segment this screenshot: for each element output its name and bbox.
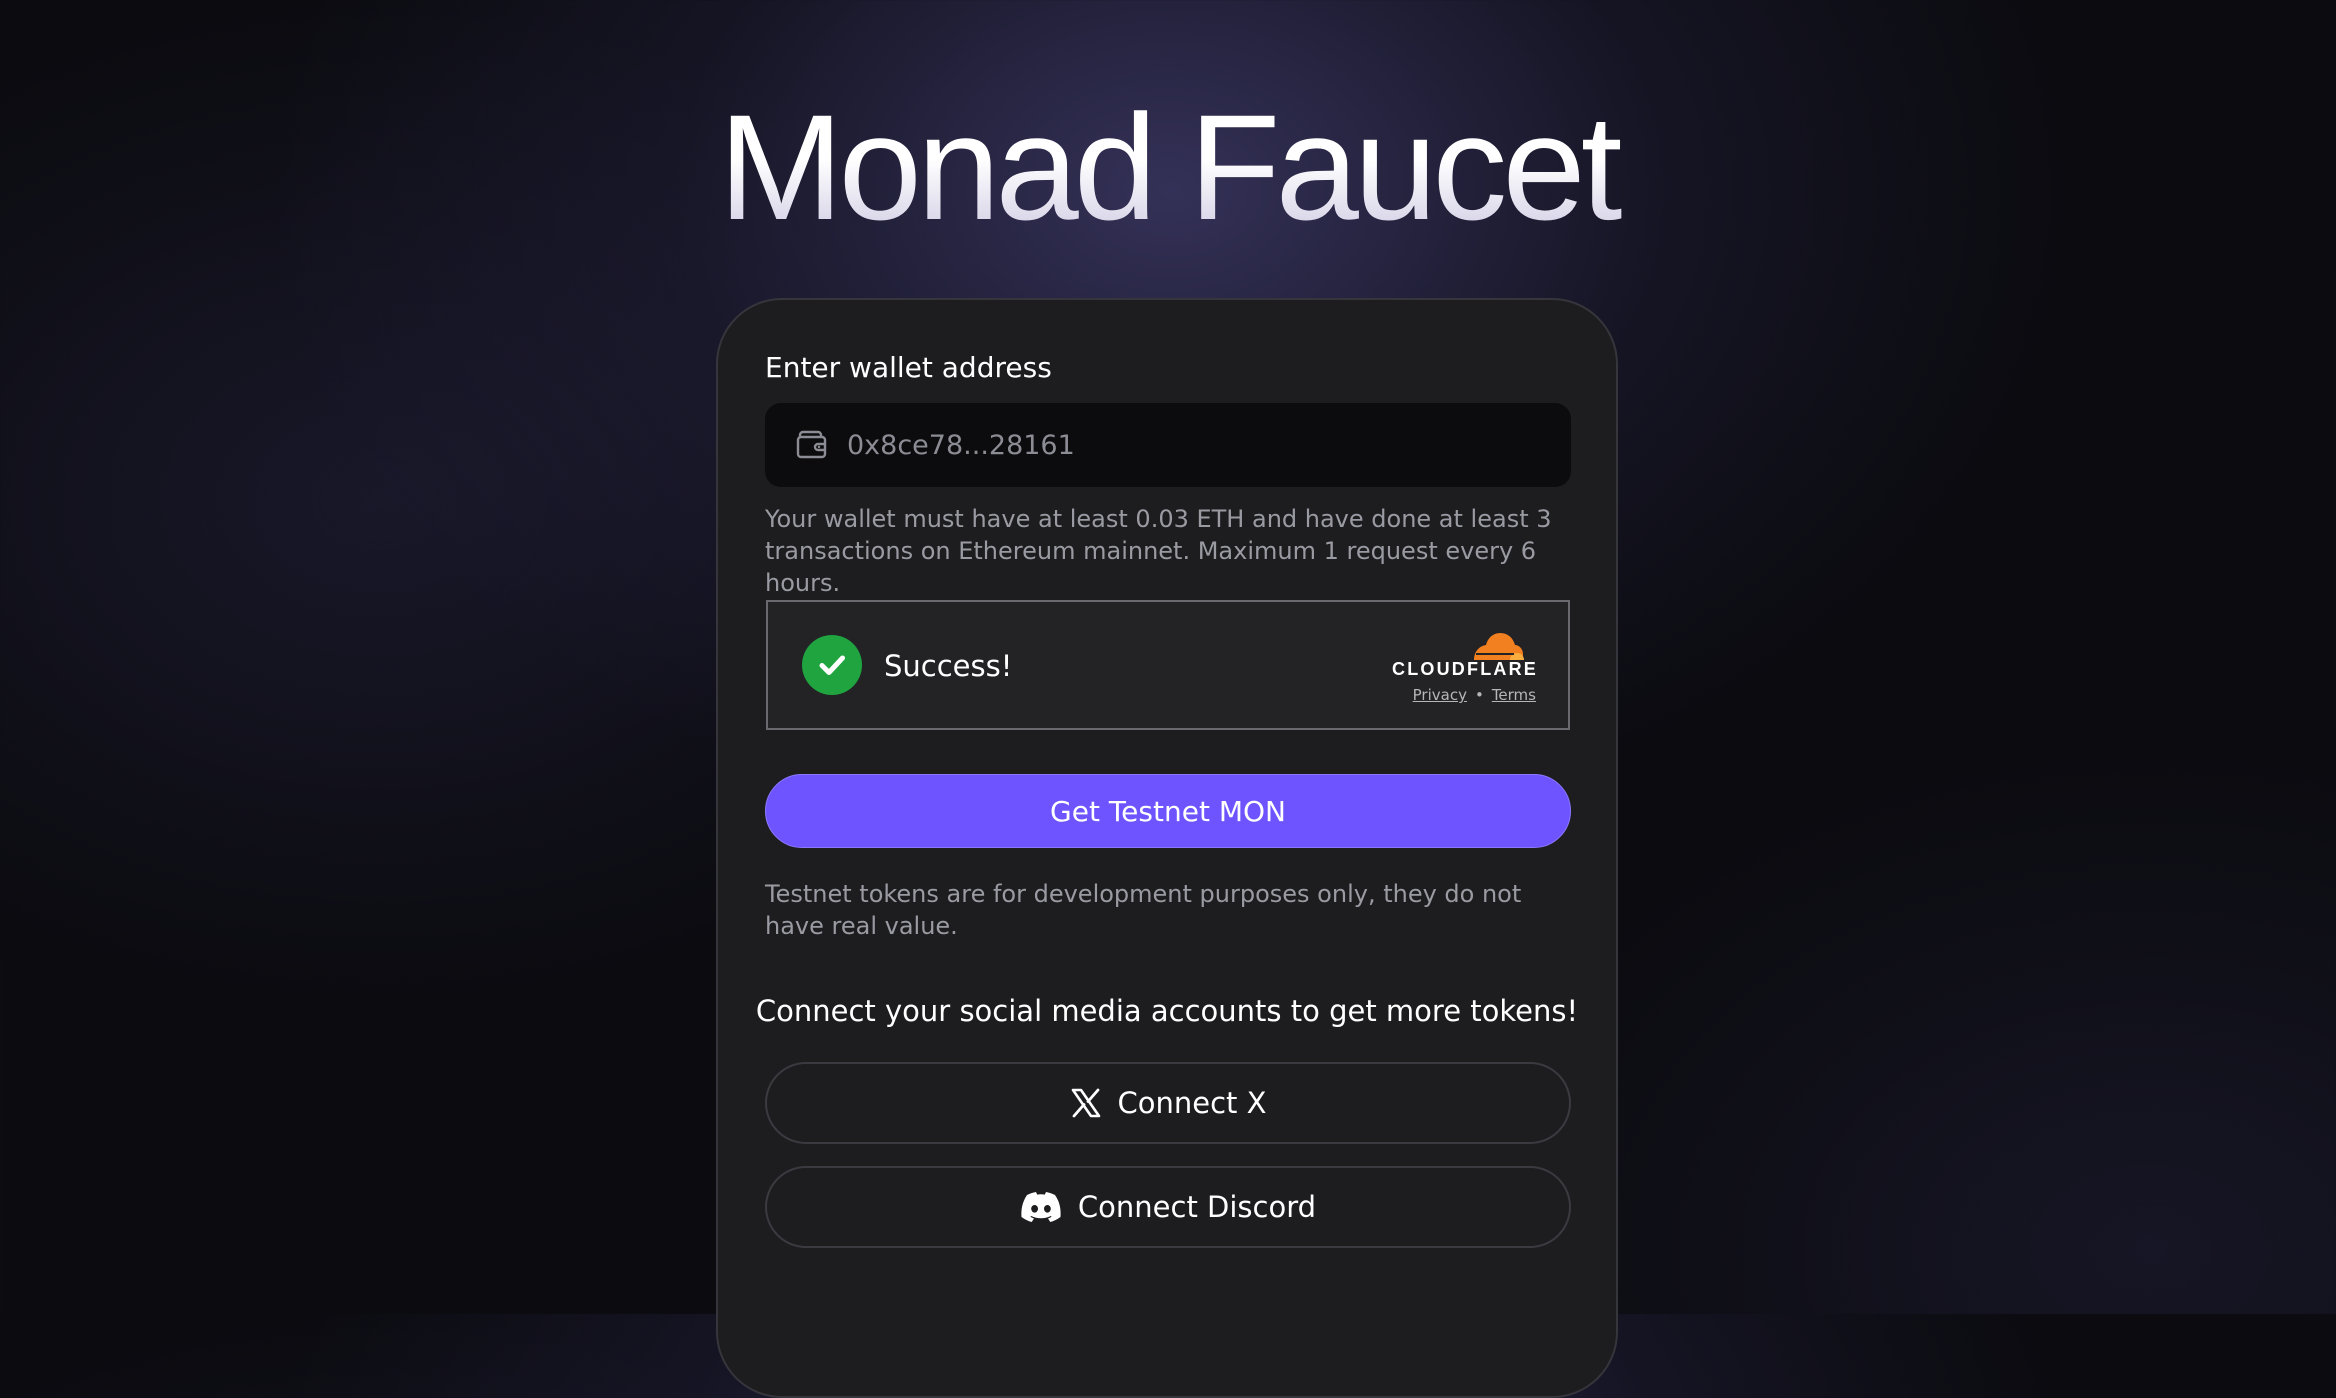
privacy-link[interactable]: Privacy	[1413, 686, 1467, 704]
wallet-address-field[interactable]	[765, 403, 1571, 487]
cloudflare-turnstile-widget[interactable]: Success! CLOUDFLARE Privacy • Terms	[766, 600, 1570, 730]
social-connect-heading: Connect your social media accounts to ge…	[755, 994, 1579, 1028]
get-testnet-mon-button[interactable]: Get Testnet MON	[765, 774, 1571, 848]
connect-x-label: Connect X	[1117, 1086, 1267, 1120]
terms-link[interactable]: Terms	[1492, 686, 1536, 704]
wallet-address-label: Enter wallet address	[765, 351, 1052, 384]
check-circle-icon	[802, 635, 862, 695]
wallet-icon	[792, 425, 832, 465]
cloudflare-links: Privacy • Terms	[1413, 686, 1536, 704]
captcha-status-text: Success!	[884, 649, 1013, 683]
connect-x-button[interactable]: Connect X	[765, 1062, 1571, 1144]
cloudflare-wordmark: CLOUDFLARE	[1392, 659, 1538, 679]
x-logo-icon	[1070, 1087, 1102, 1119]
connect-discord-button[interactable]: Connect Discord	[765, 1166, 1571, 1248]
page-title: Monad Faucet	[0, 82, 2336, 252]
discord-icon	[1020, 1191, 1062, 1223]
testnet-disclaimer: Testnet tokens are for development purpo…	[765, 880, 1522, 940]
links-separator: •	[1474, 686, 1484, 704]
wallet-address-input[interactable]	[847, 415, 1527, 475]
wallet-requirements-hint: Your wallet must have at least 0.03 ETH …	[765, 505, 1552, 597]
connect-discord-label: Connect Discord	[1077, 1190, 1317, 1224]
